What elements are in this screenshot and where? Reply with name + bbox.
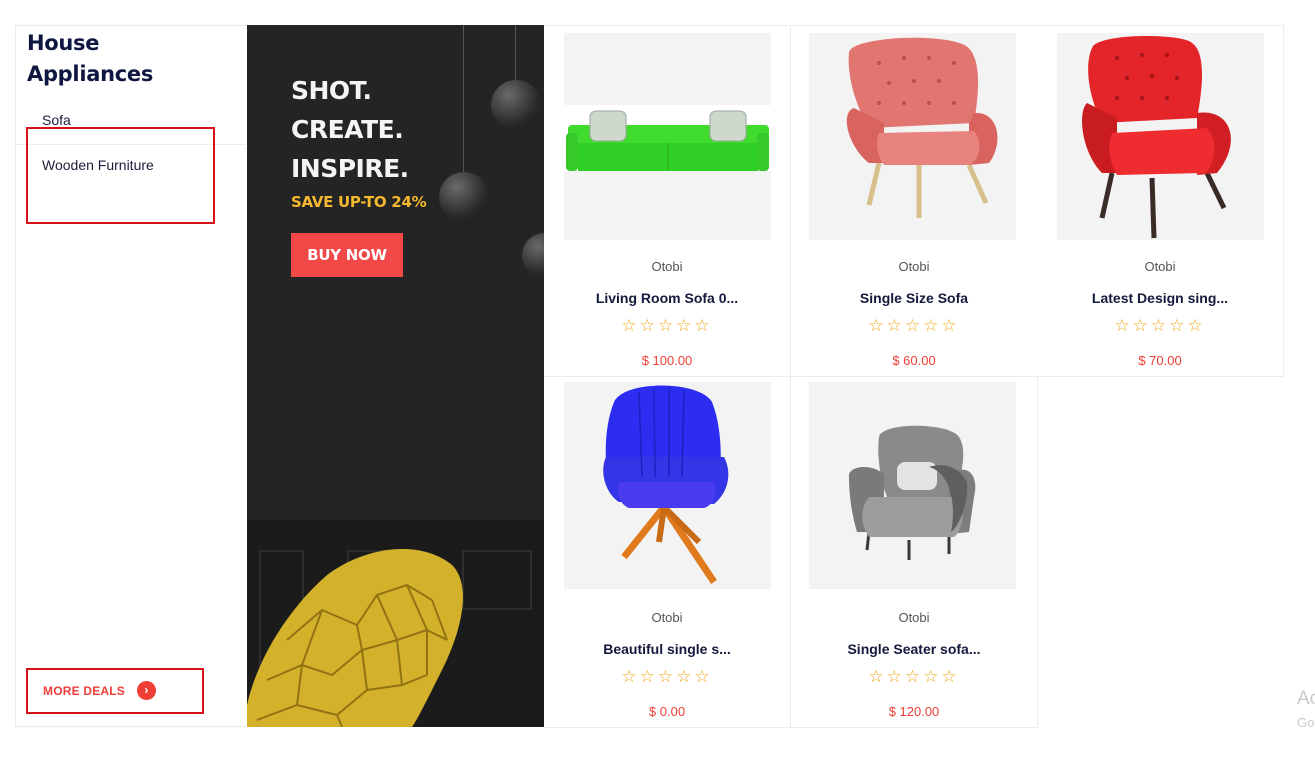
product-price: $ 0.00 (648, 704, 686, 719)
product-image[interactable] (809, 33, 1016, 240)
category-list: Sofa Wooden Furniture (15, 100, 246, 190)
green-sofa-image (564, 105, 771, 171)
product-card[interactable]: Otobi Single Seater sofa... ☆☆☆☆☆ $ 120.… (791, 377, 1038, 728)
red-wingback-chair-image (1082, 36, 1231, 239)
product-price: $ 60.00 (892, 353, 936, 368)
product-image[interactable] (809, 382, 1016, 589)
product-name[interactable]: Beautiful single s... (544, 641, 790, 657)
product-image[interactable] (564, 382, 771, 589)
grey-armchair-image (848, 425, 976, 560)
product-card[interactable]: Otobi Single Size Sofa ☆☆☆☆☆ $ 60.00 (791, 26, 1038, 377)
pink-armchair-image (846, 37, 998, 218)
product-name[interactable]: Latest Design sing... (1037, 290, 1283, 306)
product-price: $ 120.00 (888, 704, 940, 719)
lamp-wire (463, 25, 464, 175)
product-brand: Otobi (651, 259, 683, 274)
product-brand: Otobi (898, 610, 930, 625)
product-brand: Otobi (651, 610, 683, 625)
rating-stars: ☆☆☆☆☆ (1114, 316, 1206, 335)
product-price: $ 100.00 (641, 353, 693, 368)
product-card[interactable]: Otobi Living Room Sofa 0... ☆☆☆☆☆ $ 100.… (544, 26, 791, 377)
rating-stars: ☆☆☆☆☆ (868, 316, 960, 335)
category-item-wooden-furniture[interactable]: Wooden Furniture (15, 145, 246, 190)
product-brand: Otobi (898, 259, 930, 274)
more-deals-label: MORE DEALS (43, 683, 126, 698)
product-card[interactable]: Otobi Latest Design sing... ☆☆☆☆☆ $ 70.0… (1037, 26, 1284, 377)
buy-now-button[interactable]: BUY NOW (291, 233, 403, 277)
pendant-lamp (522, 233, 544, 278)
product-name[interactable]: Single Seater sofa... (791, 641, 1037, 657)
activation-watermark: Ac (1297, 688, 1315, 709)
rating-stars: ☆☆☆☆☆ (868, 667, 960, 686)
rating-stars: ☆☆☆☆☆ (621, 316, 713, 335)
rating-stars: ☆☆☆☆☆ (621, 667, 713, 686)
promo-banner[interactable]: SHOT. CREATE. INSPIRE. SAVE UP-TO 24% BU… (247, 25, 544, 727)
pendant-lamp (491, 80, 541, 130)
product-card[interactable]: Otobi Beautiful single s... ☆☆☆☆☆ $ 0.00 (544, 377, 791, 728)
pendant-lamp (439, 172, 489, 222)
more-deals-link[interactable]: MORE DEALS › (43, 681, 157, 700)
product-image[interactable] (564, 33, 771, 240)
product-name[interactable]: Living Room Sofa 0... (544, 290, 790, 306)
product-name[interactable]: Single Size Sofa (791, 290, 1037, 306)
lamp-wire (515, 25, 516, 85)
banner-discount: SAVE UP-TO 24% (291, 193, 427, 211)
product-brand: Otobi (1144, 259, 1176, 274)
banner-headline: SHOT. CREATE. INSPIRE. (291, 76, 409, 183)
category-item-sofa[interactable]: Sofa (15, 100, 246, 145)
yellow-chair-image (247, 548, 463, 727)
product-price: $ 70.00 (1138, 353, 1182, 368)
category-title: House Appliances (27, 31, 154, 86)
blue-chair-image (603, 385, 729, 584)
product-image[interactable] (1057, 33, 1264, 240)
wall-molding (462, 550, 532, 610)
arrow-right-circle-icon: › (137, 681, 157, 700)
activation-watermark-sub: Go (1297, 715, 1315, 730)
